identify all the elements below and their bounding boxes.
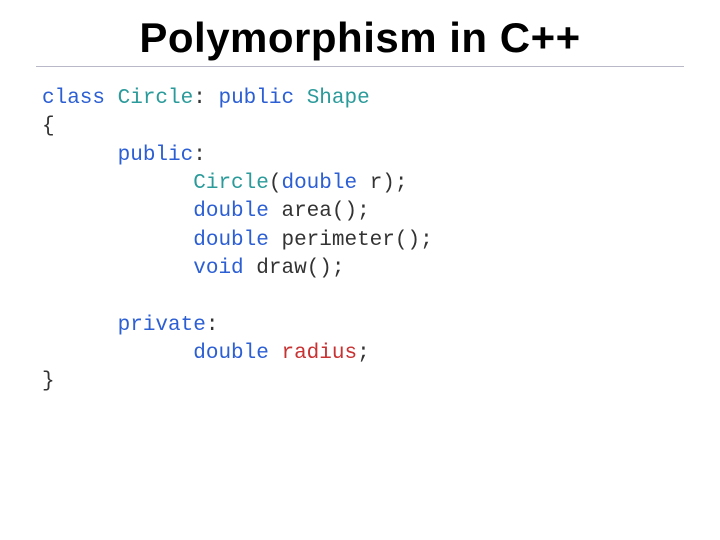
- type-double: double: [193, 229, 269, 252]
- fn-draw: draw: [256, 257, 306, 280]
- slide-title: Polymorphism in C++: [36, 14, 684, 62]
- fn-area: area: [281, 200, 331, 223]
- colon: :: [206, 314, 219, 337]
- type-circle: Circle: [118, 87, 194, 110]
- colon: :: [193, 87, 206, 110]
- title-wrap: Polymorphism in C++: [36, 0, 684, 67]
- semicolon: ;: [357, 342, 370, 365]
- type-double: double: [281, 172, 357, 195]
- keyword-public: public: [118, 144, 194, 167]
- type-shape: Shape: [307, 87, 370, 110]
- type-double: double: [193, 200, 269, 223]
- slide: Polymorphism in C++ class Circle: public…: [0, 0, 720, 540]
- brace-open: {: [42, 115, 55, 138]
- type-double: double: [193, 342, 269, 365]
- paren-open: (: [269, 172, 282, 195]
- fn-rest: ();: [332, 200, 370, 223]
- member-radius: radius: [281, 342, 357, 365]
- colon: :: [193, 144, 206, 167]
- ctor-name: Circle: [193, 172, 269, 195]
- brace-close: }: [42, 370, 55, 393]
- param-rest: r);: [357, 172, 407, 195]
- type-void: void: [193, 257, 243, 280]
- fn-rest: ();: [395, 229, 433, 252]
- code-block: class Circle: public Shape { public: Cir…: [0, 67, 720, 397]
- keyword-public: public: [218, 87, 294, 110]
- keyword-private: private: [118, 314, 206, 337]
- fn-perimeter: perimeter: [281, 229, 394, 252]
- keyword-class: class: [42, 87, 105, 110]
- fn-rest: ();: [307, 257, 345, 280]
